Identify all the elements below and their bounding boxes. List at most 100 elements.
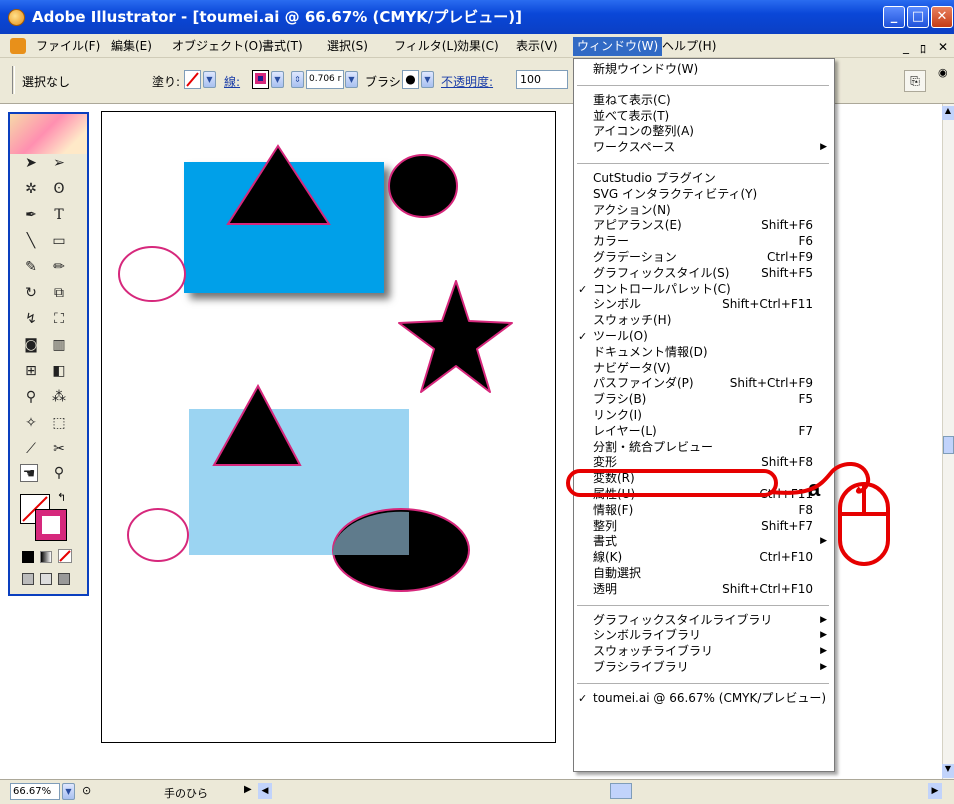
menu-item-label: シンボル	[593, 297, 642, 312]
menu-item-shortcut: Ctrl+F9	[767, 250, 813, 264]
type-tool-icon[interactable]: T	[50, 206, 68, 224]
rotate-tool-icon[interactable]: ↻	[22, 284, 40, 302]
outline-ellipse-left[interactable]	[118, 246, 186, 302]
window-menu-item[interactable]: 並べて表示(T)	[573, 109, 835, 125]
scissors-tool-icon[interactable]: ✂	[50, 440, 68, 458]
window-menu-item[interactable]: 新規ウインドウ(W)	[573, 62, 835, 78]
toolbox-header-logo[interactable]	[10, 114, 87, 154]
blend-tool-icon[interactable]: ⁂	[50, 388, 68, 406]
menu-item-shortcut: Shift+F6	[761, 218, 813, 233]
menu-item-label: グラデーション	[593, 250, 677, 264]
zoom-dropdown[interactable]: ▼	[62, 783, 75, 800]
scroll-down-button[interactable]: ▼	[942, 764, 954, 778]
window-menu-item[interactable]: ✓ コントロールパレット(C)	[573, 282, 835, 298]
menu-item-label: 整列	[593, 518, 618, 533]
menu-item-label: アピアランス(E)	[593, 218, 682, 233]
warp-tool-icon[interactable]: ↯	[22, 310, 40, 328]
window-menu-item[interactable]: グラデーション Ctrl+F9	[573, 250, 835, 266]
window-menu-item[interactable]: カラー F6	[573, 234, 835, 250]
version-cue-icon[interactable]: ⊙	[82, 784, 91, 797]
menu-item-label: ブラシライブラリ	[593, 660, 689, 674]
window-menu-item[interactable]: ドキュメント情報(D)	[573, 345, 835, 361]
symbol-sprayer-tool-icon[interactable]: ◙	[22, 336, 40, 354]
check-icon: ✓	[578, 691, 588, 705]
window-menu-item[interactable]: ナビゲータ(V)	[573, 361, 835, 377]
menu-item-label: スウォッチライブラリ	[593, 644, 714, 659]
free-transform-tool-icon[interactable]: ⛶	[50, 310, 68, 328]
window-menu-item[interactable]: CutStudio プラグイン	[573, 171, 835, 187]
menu-item-label: コントロールパレット(C)	[593, 281, 731, 296]
window-menu-item[interactable]: ブラシライブラリ ▶	[573, 660, 835, 676]
window-menu-item[interactable]: 分割・統合プレビュー	[573, 440, 835, 456]
menu-item-label: カラー	[593, 234, 630, 249]
full-screen-mode-icon[interactable]	[58, 573, 70, 585]
window-menu-item[interactable]: レイヤー(L) F7	[573, 424, 835, 440]
line-tool-icon[interactable]: ╲	[22, 232, 40, 250]
window-menu-item[interactable]: グラフィックスタイルライブラリ ▶	[573, 613, 835, 629]
window-menu-item[interactable]: アクション(N)	[573, 203, 835, 219]
selection-tool-icon[interactable]: ➤	[22, 154, 40, 172]
standard-screen-mode-icon[interactable]	[22, 573, 34, 585]
window-menu-item[interactable]: パスファインダ(P) Shift+Ctrl+F9	[573, 376, 835, 392]
lasso-tool-icon[interactable]: ʘ	[50, 180, 68, 198]
submenu-arrow-icon: ▶	[820, 646, 827, 657]
stroke-color-box[interactable]	[35, 509, 67, 541]
swap-colors-icon[interactable]: ↰	[57, 491, 66, 504]
menu-separator	[577, 84, 829, 86]
menu-item-label: CutStudio プラグイン	[593, 171, 716, 185]
menu-separator	[577, 682, 829, 684]
menu-item-shortcut: Shift+F5	[761, 265, 813, 280]
check-icon: ✓	[578, 330, 588, 343]
scroll-thumb[interactable]	[943, 436, 954, 454]
menu-item-label: アイコンの整列(A)	[593, 124, 694, 139]
scroll-up-button[interactable]: ▲	[942, 106, 954, 120]
menu-item-label: 透明	[593, 581, 618, 596]
check-icon: ✓	[578, 282, 588, 296]
black-ellipse-upper[interactable]	[388, 154, 458, 218]
window-menu-item[interactable]: ワークスペース ▶	[573, 140, 835, 156]
menu-item-label: SVG インタラクティビティ(Y)	[593, 186, 758, 201]
live-paint-selection-tool-icon[interactable]: ⬚	[50, 414, 68, 432]
none-mode-icon[interactable]	[58, 549, 72, 563]
window-menu-item[interactable]: リンク(I)	[573, 408, 835, 424]
window-menu-item[interactable]: グラフィックスタイル(S) Shift+F5	[573, 266, 835, 282]
rectangle-tool-icon[interactable]: ▭	[50, 232, 68, 250]
zoom-tool-icon[interactable]: ⚲	[50, 464, 68, 482]
window-menu-item[interactable]: ✓ toumei.ai @ 66.67% (CMYK/プレビュー)	[573, 691, 835, 707]
eyedropper-tool-icon[interactable]: ⚲	[22, 388, 40, 406]
color-mode-icon[interactable]	[22, 551, 34, 563]
window-menu-item[interactable]: アイコンの整列(A)	[573, 124, 835, 140]
direct-selection-tool-icon[interactable]: ➢	[50, 154, 68, 172]
outline-ellipse-lower-left[interactable]	[127, 508, 189, 562]
window-menu-item[interactable]: スウォッチライブラリ ▶	[573, 644, 835, 660]
pencil-tool-icon[interactable]: ✏	[50, 258, 68, 276]
window-menu-item[interactable]: ✓ ツール(O)	[573, 329, 835, 345]
scale-tool-icon[interactable]: ⧉	[50, 284, 68, 302]
slice-tool-icon[interactable]: ⟋	[22, 440, 40, 458]
menu-item-shortcut: F7	[798, 423, 813, 438]
full-screen-menu-mode-icon[interactable]	[40, 573, 52, 585]
menu-item-label: ツール(O)	[593, 329, 648, 343]
window-menu-item[interactable]: 重ねて表示(C)	[573, 93, 835, 109]
magic-wand-tool-icon[interactable]: ✲	[22, 180, 40, 198]
paintbrush-tool-icon[interactable]: ✎	[22, 258, 40, 276]
mesh-tool-icon[interactable]: ⊞	[22, 362, 40, 380]
window-menu-item[interactable]: SVG インタラクティビティ(Y)	[573, 187, 835, 203]
window-menu-item[interactable]: ブラシ(B) F5	[573, 392, 835, 408]
gradient-mode-icon[interactable]	[40, 551, 52, 563]
pen-tool-icon[interactable]: ✒	[22, 206, 40, 224]
hand-tool-icon[interactable]: ☚	[20, 464, 38, 482]
gradient-tool-icon[interactable]: ◧	[50, 362, 68, 380]
status-menu-arrow-icon[interactable]: ▶	[244, 784, 252, 795]
horizontal-scroll-thumb[interactable]	[610, 783, 632, 799]
window-menu-item[interactable]: シンボル Shift+Ctrl+F11	[573, 297, 835, 313]
window-menu-item[interactable]: アピアランス(E) Shift+F6	[573, 218, 835, 234]
scroll-right-button[interactable]: ▶	[928, 783, 942, 799]
scroll-left-button[interactable]: ◀	[258, 783, 272, 799]
black-star[interactable]	[398, 280, 513, 393]
window-menu-item[interactable]: シンボルライブラリ ▶	[573, 628, 835, 644]
window-menu-item[interactable]: スウォッチ(H)	[573, 313, 835, 329]
graph-tool-icon[interactable]: ▥	[50, 336, 68, 354]
zoom-input[interactable]: 66.67%	[10, 783, 60, 800]
live-paint-tool-icon[interactable]: ✧	[22, 414, 40, 432]
